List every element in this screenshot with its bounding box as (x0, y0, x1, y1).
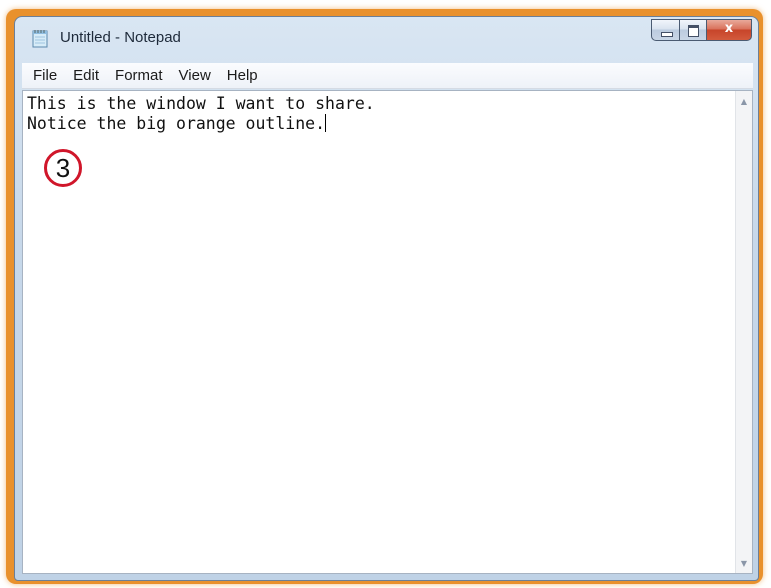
caption-buttons: x (651, 19, 752, 41)
scroll-down-arrow-icon[interactable]: ▼ (736, 559, 752, 568)
menu-format[interactable]: Format (115, 67, 163, 84)
maximize-icon (688, 25, 699, 37)
close-icon: x (724, 21, 734, 36)
vertical-scrollbar[interactable]: ▲ ▼ (735, 91, 752, 573)
minimize-icon (661, 32, 673, 37)
menu-view[interactable]: View (179, 67, 211, 84)
menu-file[interactable]: File (33, 67, 57, 84)
text-editor[interactable]: This is the window I want to share. Noti… (22, 90, 753, 574)
title-bar[interactable]: Untitled - Notepad x (15, 17, 758, 57)
maximize-button[interactable] (679, 19, 706, 41)
minimize-button[interactable] (651, 19, 679, 41)
text-caret (325, 114, 327, 132)
menu-bar: File Edit Format View Help (22, 63, 753, 89)
close-button[interactable]: x (706, 19, 752, 41)
editor-line-1: This is the window I want to share. (27, 94, 375, 113)
step-number-badge: 3 (44, 149, 82, 187)
menu-help[interactable]: Help (227, 67, 258, 84)
notepad-icon (32, 30, 48, 48)
window-title: Untitled - Notepad (60, 29, 181, 46)
editor-line-2: Notice the big orange outline. (27, 114, 326, 133)
editor-text: This is the window I want to share. Noti… (27, 94, 375, 134)
notepad-window: Untitled - Notepad x File Edit Format Vi… (14, 16, 759, 581)
scroll-up-arrow-icon[interactable]: ▲ (736, 97, 752, 106)
menu-edit[interactable]: Edit (73, 67, 99, 84)
